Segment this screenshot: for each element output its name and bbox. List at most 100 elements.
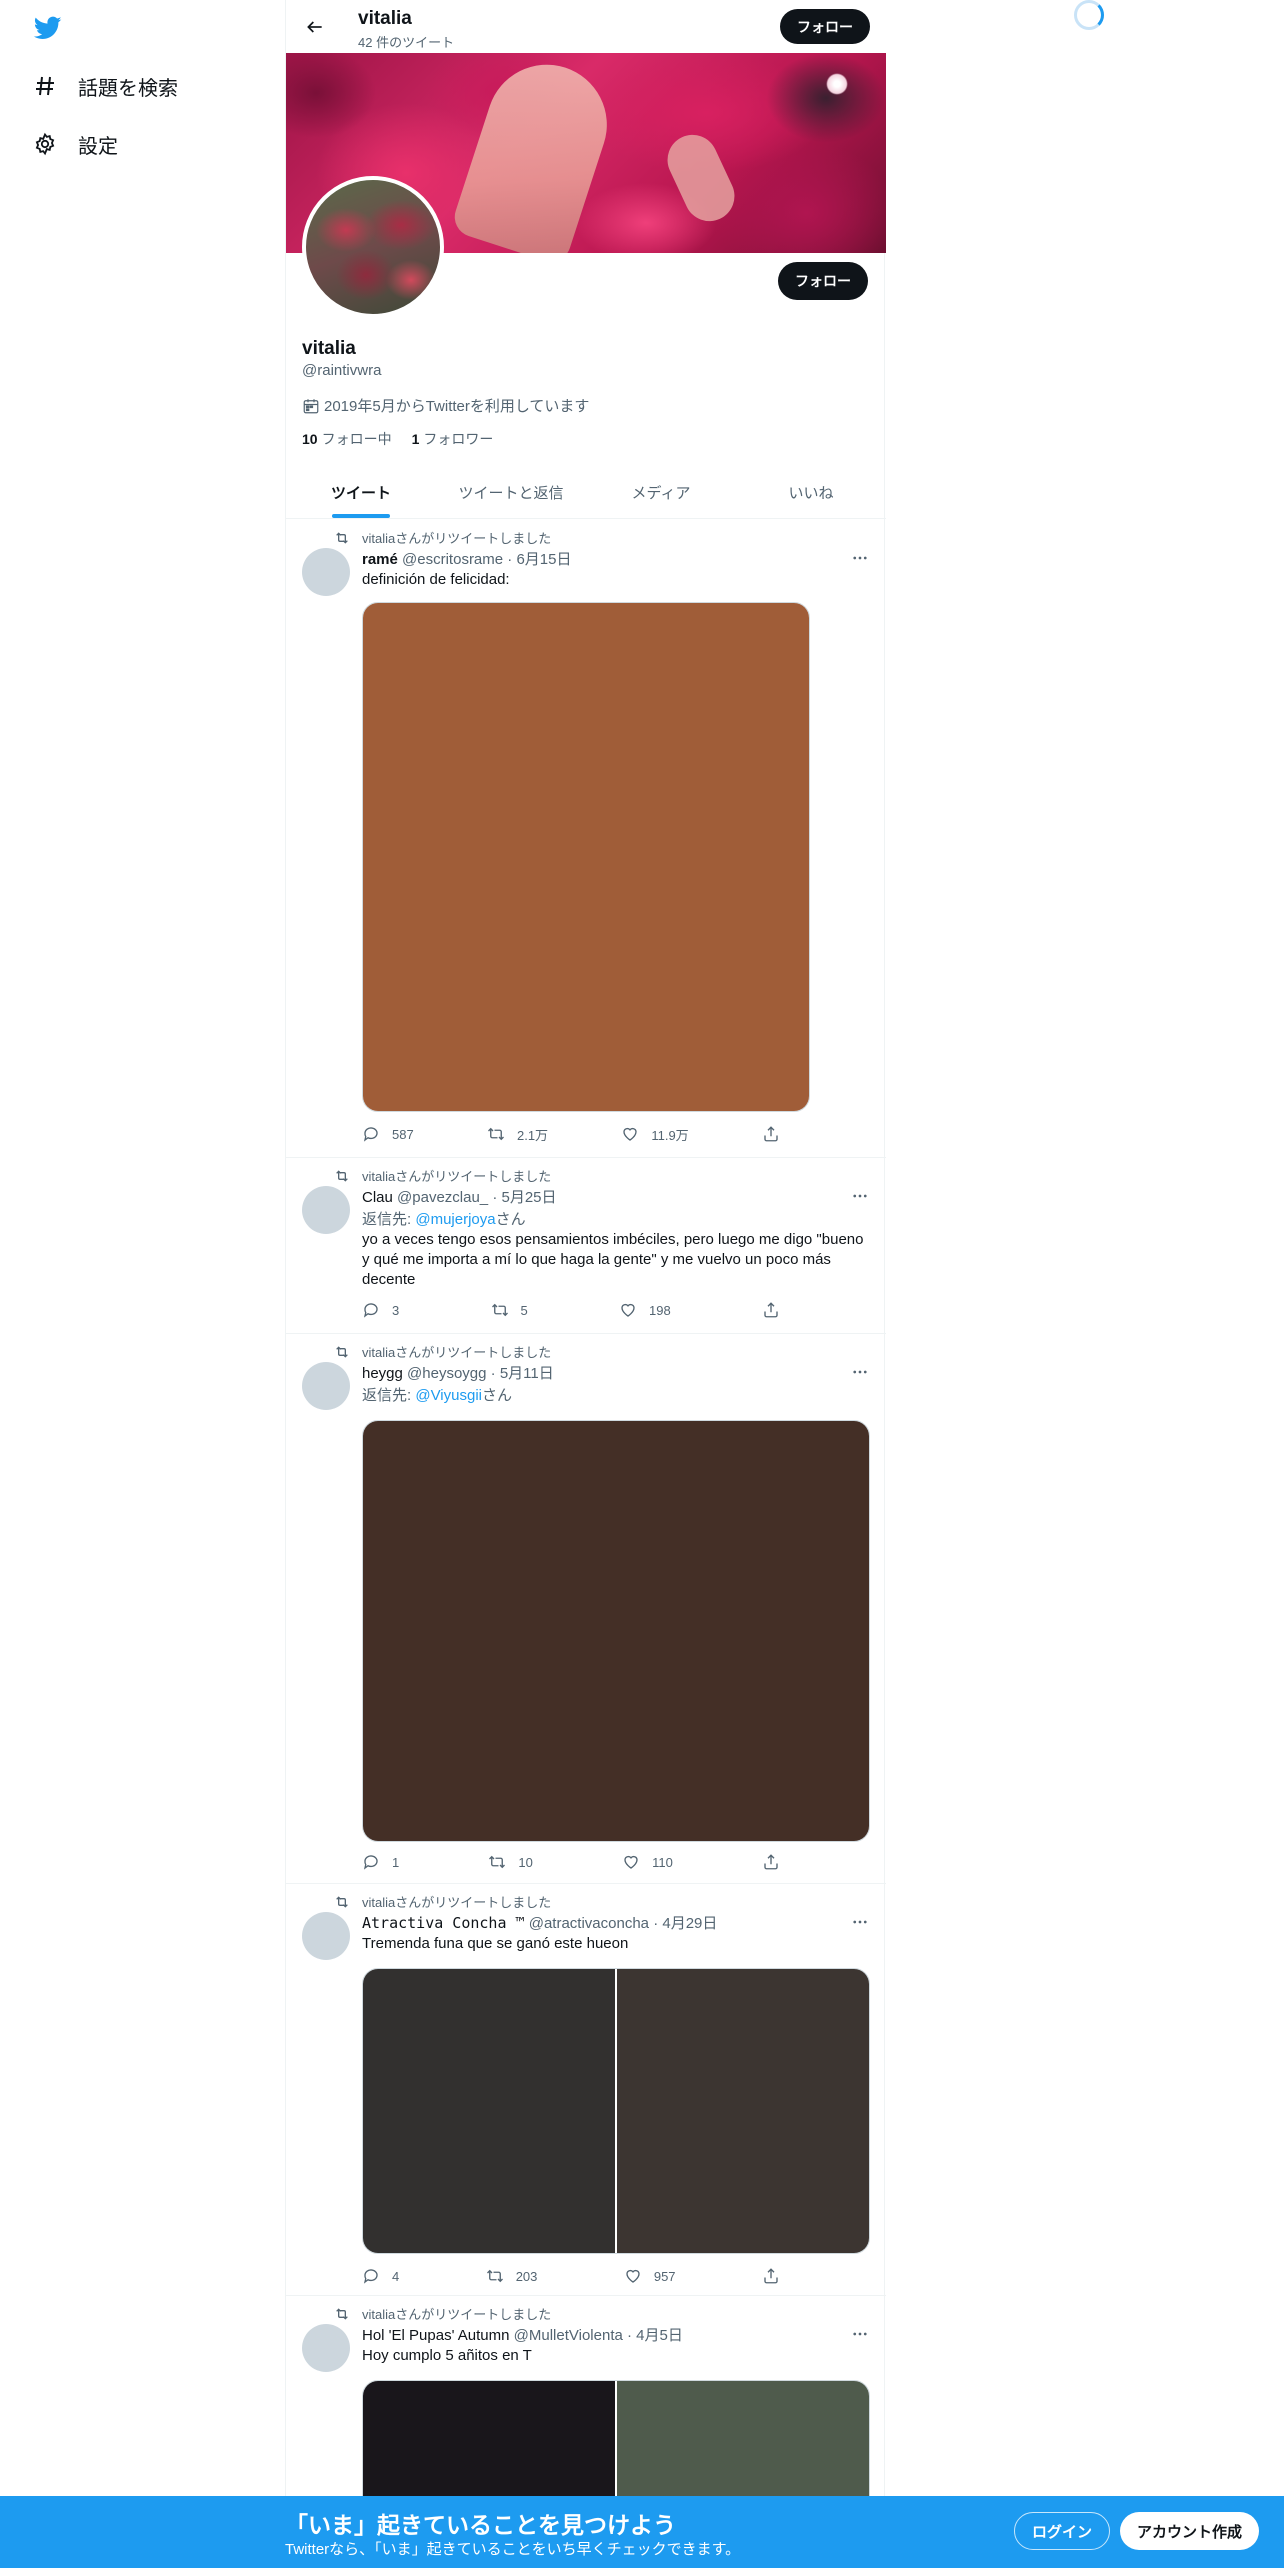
login-prompt-subtitle: Twitterなら、「いま」起きていることをいち早くチェックできます。 (285, 2541, 741, 2558)
reply-icon (362, 1301, 380, 1319)
tweet-actions: 587 2.1万 11.9万 (362, 1124, 792, 1144)
retweet-icon (334, 1344, 350, 1360)
joined-date-text: 2019年5月からTwitterを利用しています (324, 398, 590, 415)
following-link[interactable]: 10 フォロー中 (302, 429, 392, 449)
more-options-icon[interactable] (850, 1912, 870, 1932)
like-button[interactable]: 957 (624, 2266, 676, 2286)
retweet-context: vitaliaさんがリツイートしました (334, 1166, 551, 1185)
tweet-author-name[interactable]: Clau (362, 1189, 393, 1206)
retweet-button[interactable]: 203 (486, 2266, 537, 2286)
nav-item-explore[interactable]: 話題を検索 (32, 66, 178, 106)
share-button[interactable] (762, 1124, 792, 1144)
retweet-button[interactable]: 10 (488, 1852, 533, 1872)
tweet-author-handle[interactable]: @pavezclau_ (397, 1189, 488, 1206)
follow-button[interactable]: フォロー (778, 262, 868, 300)
retweet-button[interactable]: 2.1万 (487, 1124, 548, 1144)
avatar[interactable] (302, 2324, 350, 2372)
heart-icon (622, 1853, 640, 1871)
reply-button[interactable]: 3 (362, 1300, 399, 1320)
tweet-date[interactable]: · 4月5日 (627, 2327, 683, 2344)
more-options-icon[interactable] (850, 2324, 870, 2344)
like-button[interactable]: 198 (619, 1300, 671, 1320)
tweet-author-handle[interactable]: @MulletViolenta (514, 2327, 623, 2344)
reply-icon (362, 1853, 380, 1871)
like-button[interactable]: 11.9万 (621, 1124, 689, 1144)
tweet-date[interactable]: · 5月25日 (492, 1189, 556, 1206)
tab-likes[interactable]: いいね (736, 466, 886, 518)
tab-media[interactable]: メディア (586, 466, 736, 518)
media-image[interactable] (363, 1421, 869, 1841)
avatar[interactable] (302, 548, 350, 596)
share-icon (762, 1125, 780, 1143)
followers-link[interactable]: 1 フォロワー (412, 429, 494, 449)
tweet-date[interactable]: · 5月11日 (491, 1365, 554, 1382)
share-icon (762, 1853, 780, 1871)
tab-tweets-and-replies[interactable]: ツイートと返信 (436, 466, 586, 518)
tweet-author-name[interactable]: heygg (362, 1365, 403, 1382)
tweet-author-handle[interactable]: @escritosrame (402, 551, 503, 568)
main-column: vitalia 42 件のツイート フォロー フォロー vitalia @rai… (285, 0, 886, 2568)
media-image[interactable] (363, 603, 809, 1111)
tweet-header: Hol 'El Pupas' Autumn @MulletViolenta · … (362, 2324, 683, 2345)
profile-stats: 10 フォロー中 1 フォロワー (302, 429, 493, 449)
twitter-bird-icon[interactable] (32, 14, 64, 42)
more-options-icon[interactable] (850, 1362, 870, 1382)
tweet-media[interactable] (362, 1968, 870, 2254)
media-image[interactable] (363, 1969, 615, 2253)
tweet-media[interactable] (362, 1420, 870, 1842)
profile-name: vitalia (302, 338, 356, 359)
tweet-media[interactable] (362, 602, 810, 1112)
avatar[interactable] (302, 1362, 350, 1410)
profile-avatar[interactable] (302, 176, 444, 318)
tweet[interactable]: vitaliaさんがリツイートしました heygg @heysoygg · 5月… (286, 1334, 886, 1884)
tweet-date[interactable]: · 6月15日 (507, 551, 571, 568)
tweet-author-name[interactable]: Hol 'El Pupas' Autumn (362, 2327, 509, 2344)
reply-context: 返信先: @Viyusgiiさん (362, 1387, 513, 1404)
reply-to-link[interactable]: @mujerjoya (415, 1211, 495, 1228)
tab-tweets[interactable]: ツイート (286, 466, 436, 518)
login-button[interactable]: ログイン (1014, 2512, 1111, 2550)
like-button[interactable]: 110 (622, 1852, 673, 1872)
left-navigation: 話題を検索 設定 (0, 0, 285, 2568)
tweet[interactable]: vitaliaさんがリツイートしました Clau @pavezclau_ · 5… (286, 1158, 886, 1334)
follow-button-header[interactable]: フォロー (780, 9, 870, 44)
signup-button[interactable]: アカウント作成 (1120, 2512, 1260, 2550)
media-image[interactable] (617, 1969, 869, 2253)
tweet-date[interactable]: · 4月29日 (653, 1915, 717, 1932)
tweet-author-handle[interactable]: @atractivaconcha (529, 1915, 649, 1932)
retweet-context: vitaliaさんがリツイートしました (334, 2304, 551, 2323)
login-prompt-bar: 「いま」起きていることを見つけよう Twitterなら、「いま」起きていることを… (0, 2496, 1284, 2568)
tweet-author-name[interactable]: 𝙰𝚝𝚛𝚊𝚌𝚝𝚒𝚟𝚊 𝙲𝚘𝚗𝚌𝚑𝚊 ™ (362, 1914, 525, 1932)
tweet[interactable]: vitaliaさんがリツイートしました 𝙰𝚝𝚛𝚊𝚌𝚝𝚒𝚟𝚊 𝙲𝚘𝚗𝚌𝚑𝚊 ™ @… (286, 1884, 886, 2296)
more-options-icon[interactable] (850, 548, 870, 568)
nav-item-settings[interactable]: 設定 (32, 124, 118, 164)
tweet-actions: 3 5 198 (362, 1300, 792, 1320)
profile-tabs: ツイート ツイートと返信 メディア いいね (286, 466, 886, 519)
gear-icon (32, 131, 58, 157)
retweet-icon (486, 2267, 504, 2285)
tweet-author-name[interactable]: ramé (362, 551, 398, 568)
tweet-header: heygg @heysoygg · 5月11日 (362, 1362, 554, 1383)
heart-icon (624, 2267, 642, 2285)
share-button[interactable] (762, 1300, 792, 1320)
reply-button[interactable]: 1 (362, 1852, 399, 1872)
avatar[interactable] (302, 1912, 350, 1960)
reply-button[interactable]: 4 (362, 2266, 399, 2286)
more-options-icon[interactable] (850, 1186, 870, 1206)
tweet[interactable]: vitaliaさんがリツイートしました ramé @escritosrame ·… (286, 520, 886, 1158)
nav-item-label: 設定 (78, 135, 118, 158)
login-prompt-title: 「いま」起きていることを見つけよう (285, 2512, 676, 2538)
share-button[interactable] (762, 1852, 792, 1872)
reply-to-link[interactable]: @Viyusgii (415, 1387, 482, 1404)
tweet-author-handle[interactable]: @heysoygg (407, 1365, 486, 1382)
back-arrow-icon[interactable] (300, 12, 330, 42)
tweet-header: Clau @pavezclau_ · 5月25日 (362, 1186, 557, 1207)
retweet-button[interactable]: 5 (491, 1300, 528, 1320)
share-icon (762, 1301, 780, 1319)
reply-context: 返信先: @mujerjoyaさん (362, 1211, 526, 1228)
tweet-text: definición de felicidad: (362, 571, 510, 588)
reply-button[interactable]: 587 (362, 1124, 414, 1144)
reply-icon (362, 1125, 380, 1143)
share-button[interactable] (762, 2266, 792, 2286)
avatar[interactable] (302, 1186, 350, 1234)
